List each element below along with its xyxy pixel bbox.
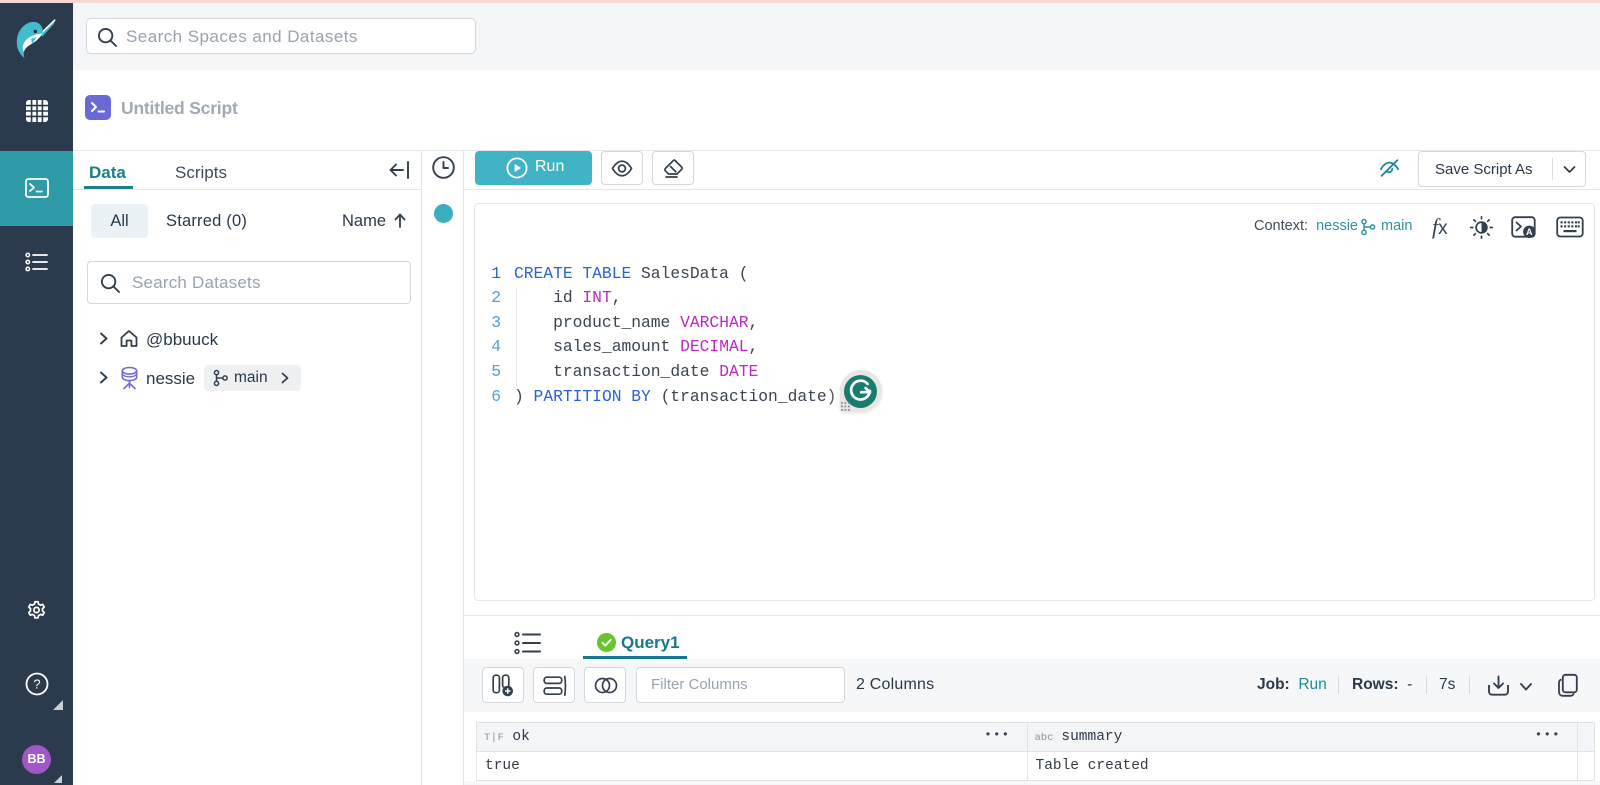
svg-text:A: A xyxy=(1526,227,1533,237)
svg-text:?: ? xyxy=(33,677,40,692)
